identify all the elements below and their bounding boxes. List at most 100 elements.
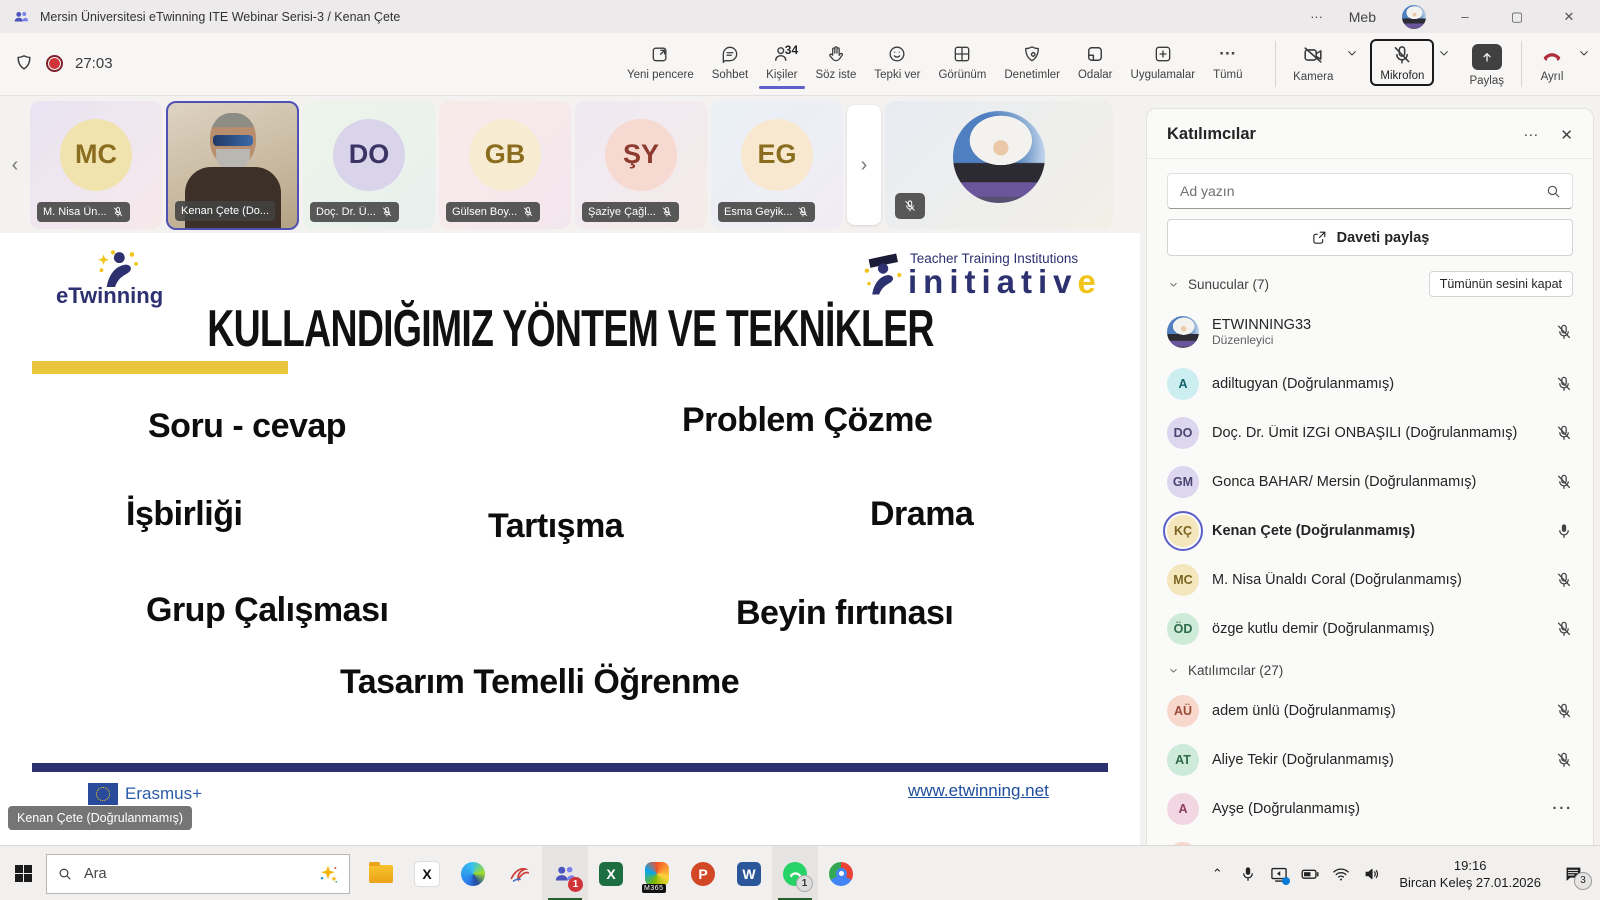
tray-cast-icon[interactable]	[1267, 862, 1291, 886]
panel-close-button[interactable]: ✕	[1560, 126, 1573, 144]
video-tile[interactable]: ŞY Şaziye Çağl...	[575, 101, 707, 229]
participant-name: Gonca BAHAR/ Mersin (Doğrulanmamış)	[1212, 474, 1542, 490]
chevron-down-icon[interactable]	[1167, 278, 1180, 291]
participant-count-badge: 34	[785, 43, 798, 57]
tray-clock[interactable]: 19:16 Bircan Keleş 27.01.2026	[1391, 857, 1549, 891]
wifi-icon[interactable]	[1329, 862, 1353, 886]
participant-name: Ayşe (Doğrulanmamış)	[1212, 801, 1540, 817]
participant-row[interactable]: GM Gonca BAHAR/ Mersin (Doğrulanmamış)	[1147, 457, 1593, 506]
controls-button[interactable]: Denetimler	[995, 39, 1069, 86]
react-button[interactable]: Tepki ver	[865, 39, 929, 86]
avatar: A	[1167, 368, 1199, 400]
minimize-button[interactable]: –	[1452, 9, 1478, 24]
attendees-section-header[interactable]: Katılımcılar (27)	[1188, 663, 1283, 678]
video-tile[interactable]: EG Esma Geyik...	[711, 101, 843, 229]
mic-off-icon[interactable]	[1555, 375, 1573, 393]
avatar: EG	[741, 119, 813, 191]
participant-row[interactable]: ÖD özge kutlu demir (Doğrulanmamış)	[1147, 604, 1593, 653]
video-tile[interactable]: MC M. Nisa Ün...	[30, 101, 162, 229]
mute-all-button[interactable]: Tümünün sesini kapat	[1429, 271, 1573, 297]
participant-row[interactable]: A Ayşe (Doğrulanmamış) ···	[1147, 784, 1593, 833]
excel-icon[interactable]: X	[588, 846, 634, 900]
participant-search[interactable]	[1167, 173, 1573, 209]
more-actions-button[interactable]: ···Tümü	[1204, 39, 1251, 86]
maximize-button[interactable]: ▢	[1504, 9, 1530, 25]
leave-options-chevron-icon[interactable]	[1576, 45, 1592, 61]
apps-button[interactable]: Uygulamalar	[1122, 39, 1205, 86]
battery-icon[interactable]	[1298, 862, 1322, 886]
share-button[interactable]: Paylaş	[1460, 39, 1513, 92]
participant-row-active-speaker[interactable]: KÇ Kenan Çete (Doğrulanmamış)	[1147, 506, 1593, 555]
participant-row[interactable]: AT Aliye Tekir (Doğrulanmamış)	[1147, 735, 1593, 784]
capcut-icon[interactable]: X	[404, 846, 450, 900]
participant-row[interactable]: AÜ adem ünlü (Doğrulanmamış)	[1147, 686, 1593, 735]
rooms-icon	[1085, 44, 1105, 64]
snipping-sketch-icon[interactable]	[496, 846, 542, 900]
share-invite-button[interactable]: Daveti paylaş	[1167, 219, 1573, 256]
edge-icon[interactable]	[450, 846, 496, 900]
search-icon	[57, 866, 73, 882]
mic-on-icon[interactable]	[1555, 522, 1573, 540]
raise-hand-button[interactable]: Söz iste	[806, 39, 865, 86]
chevron-down-icon[interactable]	[1167, 664, 1180, 677]
mic-button[interactable]: Mikrofon	[1370, 39, 1434, 86]
chat-button[interactable]: Sohbet	[703, 39, 757, 86]
whatsapp-icon[interactable]: 1	[772, 846, 818, 900]
participant-row[interactable]: ETWINNING33Düzenleyici	[1147, 305, 1593, 359]
leave-button[interactable]: Ayrıl	[1530, 39, 1574, 88]
participant-row[interactable]: MC M. Nisa Ünaldı Coral (Doğrulanmamış)	[1147, 555, 1593, 604]
new-window-button[interactable]: Yeni pencere	[618, 39, 703, 86]
filmstrip-prev-button[interactable]: ‹	[0, 154, 30, 177]
word-icon[interactable]: W	[726, 846, 772, 900]
panel-more-button[interactable]: ···	[1523, 126, 1538, 144]
mic-off-icon[interactable]	[1555, 751, 1573, 769]
mic-off-icon[interactable]	[1555, 424, 1573, 442]
rooms-button[interactable]: Odalar	[1069, 39, 1122, 86]
profile-avatar[interactable]	[1402, 5, 1426, 29]
video-tile[interactable]: GB Gülsen Boy...	[439, 101, 571, 229]
taskbar-search[interactable]	[46, 854, 350, 894]
tenant-label[interactable]: Meb	[1349, 9, 1376, 25]
copilot-sparkle-icon[interactable]	[317, 863, 339, 885]
video-tile-speaking[interactable]: Kenan Çete (Do...	[166, 101, 299, 230]
clock-date: Bircan Keleş 27.01.2026	[1399, 874, 1541, 891]
view-button[interactable]: Görünüm	[929, 39, 995, 86]
mic-off-icon[interactable]	[1555, 620, 1573, 638]
video-tile-photo[interactable]	[885, 101, 1113, 229]
filmstrip-next-button[interactable]: ›	[847, 105, 881, 225]
window-titlebar: Mersin Üniversitesi eTwinning ITE Webina…	[0, 0, 1600, 33]
search-input[interactable]	[1178, 182, 1545, 200]
mic-off-icon[interactable]	[1555, 571, 1573, 589]
titlebar-more-button[interactable]: ···	[1310, 10, 1323, 24]
participant-row[interactable]: DO Doç. Dr. Ümit İZGİ ONBAŞILI (Doğrulan…	[1147, 408, 1593, 457]
file-explorer-icon[interactable]	[358, 846, 404, 900]
mic-options-chevron-icon[interactable]	[1436, 45, 1452, 61]
presenters-section-header[interactable]: Sunucular (7)	[1188, 277, 1269, 292]
tray-mic-icon[interactable]	[1236, 862, 1260, 886]
row-more-button[interactable]: ···	[1553, 801, 1574, 817]
camera-options-chevron-icon[interactable]	[1344, 45, 1360, 61]
close-button[interactable]: ✕	[1556, 9, 1582, 25]
system-tray: ⌃ 19:16 Bircan Keleş 27.01.2026 3	[1205, 857, 1600, 891]
copilot-m365-icon[interactable]: M365	[634, 846, 680, 900]
teams-taskbar-icon[interactable]: 1	[542, 846, 588, 900]
slide-title: KULLANDIĞIMIZ YÖNTEM VE TEKNİKLER	[30, 299, 1110, 359]
mic-off-icon	[797, 206, 809, 218]
notification-center-button[interactable]: 3	[1556, 859, 1590, 889]
powerpoint-icon[interactable]: P	[680, 846, 726, 900]
window-title: Mersin Üniversitesi eTwinning ITE Webina…	[40, 10, 400, 24]
avatar: DO	[1167, 417, 1199, 449]
start-button[interactable]	[0, 846, 46, 900]
people-tab[interactable]: 34Kişiler	[757, 39, 806, 86]
camera-button[interactable]: Kamera	[1284, 39, 1342, 88]
participant-row[interactable]: A adiltugyan (Doğrulanmamış)	[1147, 359, 1593, 408]
chrome-icon[interactable]	[818, 846, 864, 900]
participant-name: M. Nisa Ünaldı Coral (Doğrulanmamış)	[1212, 572, 1542, 588]
mic-off-icon[interactable]	[1555, 473, 1573, 491]
tray-expand-chevron-icon[interactable]: ⌃	[1205, 862, 1229, 886]
taskbar-search-input[interactable]	[82, 865, 308, 883]
volume-icon[interactable]	[1360, 862, 1384, 886]
mic-off-icon[interactable]	[1555, 323, 1573, 341]
mic-off-icon[interactable]	[1555, 702, 1573, 720]
video-tile[interactable]: DO Doç. Dr. Ü...	[303, 101, 435, 229]
